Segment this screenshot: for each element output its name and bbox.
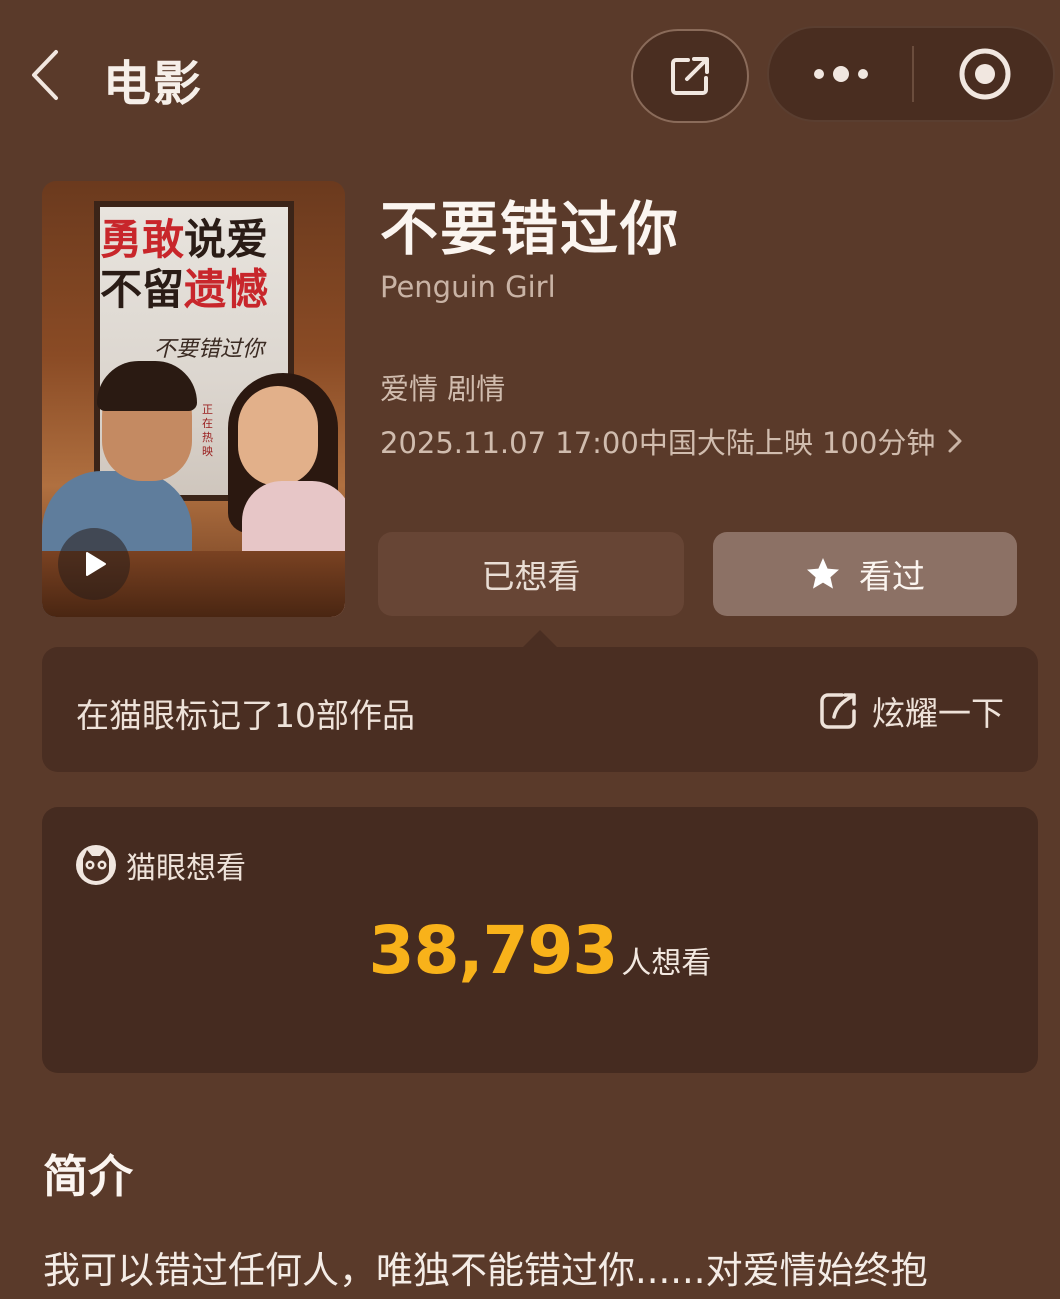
mini-program-capsule bbox=[767, 26, 1055, 122]
top-bar: 电影 bbox=[0, 0, 1060, 150]
release-text: 2025.11.07 17:00中国大陆上映 100分钟 bbox=[380, 426, 936, 460]
want-header-label: 猫眼想看 bbox=[126, 851, 246, 886]
wish-label: 已想看 bbox=[481, 557, 581, 596]
wish-button[interactable]: 已想看 bbox=[378, 532, 684, 616]
back-button[interactable] bbox=[26, 46, 74, 104]
close-button[interactable] bbox=[914, 28, 1055, 120]
poster-vertical-text: 正在热映 bbox=[202, 403, 213, 458]
movie-title: 不要错过你 bbox=[380, 195, 681, 263]
want-header: 猫眼想看 bbox=[74, 843, 246, 887]
want-count-unit: 人想看 bbox=[621, 946, 712, 981]
flaunt-button[interactable]: 炫耀一下 bbox=[818, 687, 1004, 735]
intro-text: 我可以错过任何人，唯独不能错过你......对爱情始终抱 bbox=[43, 1249, 928, 1292]
movie-english-title: Penguin Girl bbox=[380, 270, 556, 304]
poster-logo: 不要错过你 bbox=[154, 337, 265, 362]
want-to-watch-card: 猫眼想看 38,793 人想看 bbox=[42, 807, 1038, 1073]
play-trailer-button[interactable] bbox=[58, 528, 130, 600]
movie-release-info[interactable]: 2025.11.07 17:00中国大陆上映 100分钟 bbox=[380, 420, 963, 462]
flaunt-label: 炫耀一下 bbox=[872, 694, 1004, 733]
maoyan-cat-icon bbox=[76, 845, 116, 885]
card-pointer bbox=[522, 630, 558, 648]
want-count: 38,793 bbox=[368, 912, 619, 989]
page-title: 电影 bbox=[103, 56, 204, 112]
movie-genres: 爱情 剧情 bbox=[380, 372, 506, 406]
close-target-icon bbox=[959, 48, 1010, 100]
seen-label: 看过 bbox=[859, 557, 925, 596]
poster-tagline: 勇敢说爱 不留遗憾 bbox=[100, 215, 269, 314]
marked-works-text: 在猫眼标记了10部作品 bbox=[76, 696, 415, 735]
want-count-row: 38,793 人想看 bbox=[42, 912, 1038, 989]
share-arrow-icon bbox=[820, 693, 856, 729]
back-icon bbox=[32, 50, 58, 100]
share-icon bbox=[671, 57, 709, 95]
play-icon bbox=[86, 552, 106, 576]
share-button[interactable] bbox=[631, 29, 749, 123]
poster-face-right bbox=[238, 386, 318, 486]
intro-title: 简介 bbox=[43, 1150, 134, 1203]
seen-button[interactable]: 看过 bbox=[713, 532, 1017, 616]
star-icon bbox=[807, 558, 839, 589]
marked-works-card: 在猫眼标记了10部作品 炫耀一下 bbox=[42, 647, 1038, 772]
chevron-right-icon bbox=[948, 429, 962, 453]
more-button[interactable] bbox=[769, 28, 912, 120]
movie-poster[interactable]: 勇敢说爱 不留遗憾 不要错过你 正在热映 bbox=[42, 181, 345, 617]
more-icon bbox=[813, 66, 868, 82]
